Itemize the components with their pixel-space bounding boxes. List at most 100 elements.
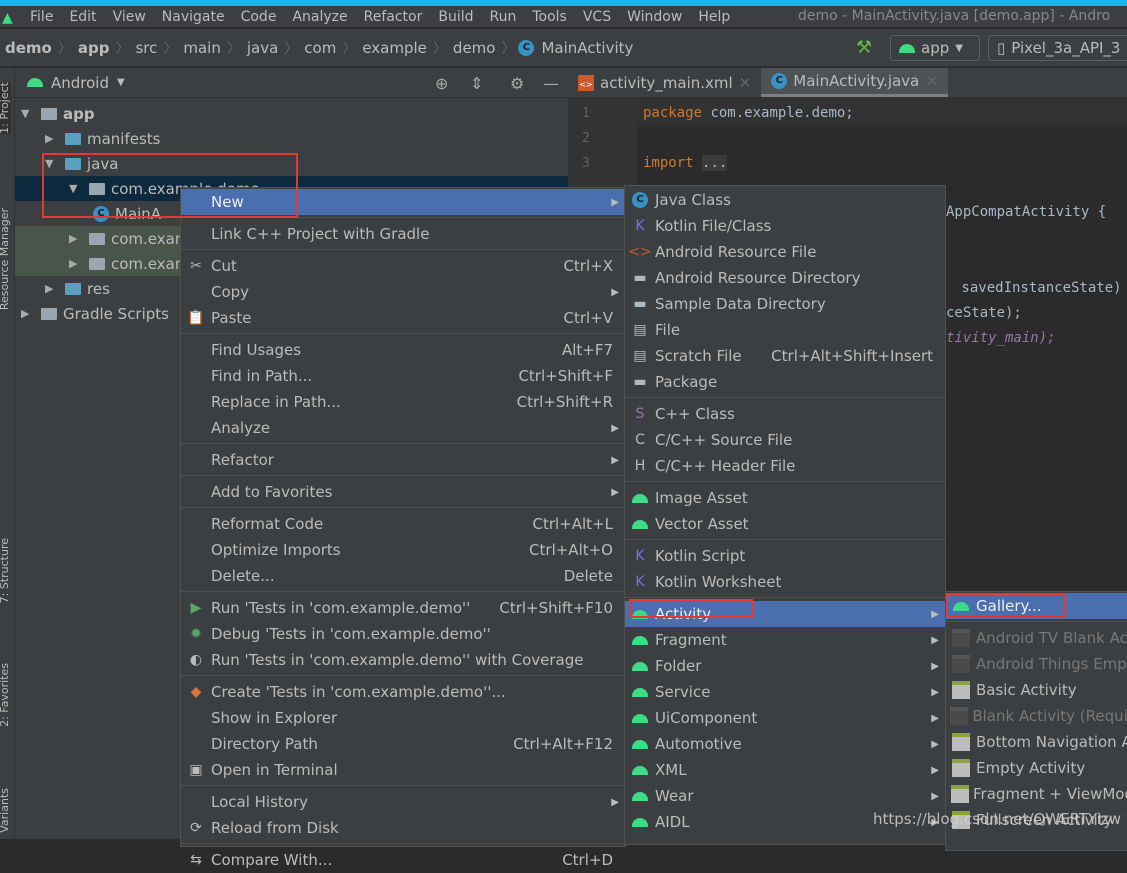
menu-item-link-c-project-with-gradle[interactable]: Link C++ Project with Gradle: [181, 221, 625, 247]
menu-item-blank-activity-requir[interactable]: Blank Activity (Requir: [946, 703, 1127, 729]
tree-item[interactable]: ▼ app: [15, 101, 568, 126]
tool-tab-structure[interactable]: 7: Structure: [0, 538, 11, 603]
menu-item-activity[interactable]: Activity ▶: [625, 601, 945, 627]
tool-tab-resource-manager[interactable]: Resource Manager: [0, 208, 11, 310]
code-line[interactable]: AppCompatActivity {: [946, 204, 1106, 220]
menu-vcs[interactable]: VCS: [575, 9, 619, 25]
caret-down-icon[interactable]: ▼: [45, 157, 57, 170]
breadcrumb-mainactivity[interactable]: MainActivity: [538, 39, 636, 57]
tree-item[interactable]: ▼ java: [15, 151, 568, 176]
menu-item-sample-data-directory[interactable]: ▬ Sample Data Directory: [625, 291, 945, 317]
code-line-3[interactable]: import ...: [643, 155, 728, 171]
menu-item-refactor[interactable]: Refactor ▶: [181, 447, 625, 473]
menu-item-paste[interactable]: 📋 Paste Ctrl+V: [181, 305, 625, 331]
menu-tools[interactable]: Tools: [524, 9, 575, 25]
gear-icon[interactable]: ⚙: [510, 74, 524, 93]
menu-item-run-tests-in-com-example-demo[interactable]: ▶ Run 'Tests in 'com.example.demo'' Ctrl+S…: [181, 595, 625, 621]
breadcrumb-example[interactable]: example: [359, 39, 430, 57]
menu-build[interactable]: Build: [430, 9, 481, 25]
tree-item[interactable]: ▶ manifests: [15, 126, 568, 151]
breadcrumb-app[interactable]: app: [75, 39, 113, 57]
menu-item-create-tests-in-com-example-demo[interactable]: ◆ Create 'Tests in 'com.example.demo''...: [181, 679, 625, 705]
menu-item-basic-activity[interactable]: Basic Activity: [946, 677, 1127, 703]
caret-down-icon[interactable]: ▼: [21, 107, 33, 120]
menu-item-kotlin-script[interactable]: K Kotlin Script: [625, 543, 945, 569]
menu-item-directory-path[interactable]: Directory Path Ctrl+Alt+F12: [181, 731, 625, 757]
menu-item-analyze[interactable]: Analyze ▶: [181, 415, 625, 441]
menu-item-reload-from-disk[interactable]: ⟳ Reload from Disk: [181, 815, 625, 841]
code-line-1[interactable]: package com.example.demo;: [643, 105, 854, 121]
tool-tab-favorites[interactable]: 2: Favorites: [0, 663, 11, 727]
menu-item-service[interactable]: Service ▶: [625, 679, 945, 705]
menu-item-java-class[interactable]: C Java Class: [625, 187, 945, 213]
menu-item-android-resource-directory[interactable]: ▬ Android Resource Directory: [625, 265, 945, 291]
project-view-select[interactable]: Android: [51, 74, 109, 92]
code-line[interactable]: savedInstanceState): [953, 280, 1121, 296]
menu-item-reformat-code[interactable]: Reformat Code Ctrl+Alt+L: [181, 511, 625, 537]
menu-item-c-class[interactable]: S C++ Class: [625, 401, 945, 427]
menu-item-debug-tests-in-com-example-demo[interactable]: ✹ Debug 'Tests in 'com.example.demo'': [181, 621, 625, 647]
caret-down-icon[interactable]: ▼: [69, 182, 81, 195]
menu-item-bottom-navigation-a[interactable]: Bottom Navigation A: [946, 729, 1127, 755]
menu-refactor[interactable]: Refactor: [356, 9, 431, 25]
menu-view[interactable]: View: [105, 9, 154, 25]
menu-item-android-resource-file[interactable]: <> Android Resource File: [625, 239, 945, 265]
menu-item-find-usages[interactable]: Find Usages Alt+F7: [181, 337, 625, 363]
menu-item-image-asset[interactable]: Image Asset: [625, 485, 945, 511]
menu-item-copy[interactable]: Copy ▶: [181, 279, 625, 305]
caret-right-icon[interactable]: ▶: [45, 132, 57, 145]
menu-item-local-history[interactable]: Local History ▶: [181, 789, 625, 815]
tool-tab-project[interactable]: 1: Project: [0, 82, 11, 134]
breadcrumb-java[interactable]: java: [244, 39, 281, 57]
menu-item-folder[interactable]: Folder ▶: [625, 653, 945, 679]
menu-item-optimize-imports[interactable]: Optimize Imports Ctrl+Alt+O: [181, 537, 625, 563]
locate-icon[interactable]: ⊕: [435, 74, 448, 93]
menu-item-wear[interactable]: Wear ▶: [625, 783, 945, 809]
menu-item-compare-with[interactable]: ⇆ Compare With... Ctrl+D: [181, 847, 625, 873]
caret-right-icon[interactable]: ▶: [69, 257, 81, 270]
caret-right-icon[interactable]: ▶: [21, 307, 33, 320]
menu-file[interactable]: File: [22, 9, 61, 25]
menu-help[interactable]: Help: [690, 9, 738, 25]
code-line[interactable]: ceState);: [946, 305, 1022, 321]
menu-item-replace-in-path[interactable]: Replace in Path... Ctrl+Shift+R: [181, 389, 625, 415]
breadcrumb-src[interactable]: src: [132, 39, 160, 57]
run-config-select[interactable]: app ▼: [890, 35, 980, 61]
breadcrumb-demo[interactable]: demo: [450, 39, 499, 57]
menu-item-scratch-file[interactable]: ▤ Scratch File Ctrl+Alt+Shift+Insert: [625, 343, 945, 369]
menu-item-xml[interactable]: XML ▶: [625, 757, 945, 783]
menu-item-open-in-terminal[interactable]: ▣ Open in Terminal: [181, 757, 625, 783]
menu-item-c-c-source-file[interactable]: C C/C++ Source File: [625, 427, 945, 453]
menu-code[interactable]: Code: [233, 9, 285, 25]
menu-item-new[interactable]: New ▶: [181, 189, 625, 215]
minimize-icon[interactable]: —: [543, 74, 559, 93]
menu-item-android-things-empt[interactable]: Android Things Empt: [946, 651, 1127, 677]
menu-item-add-to-favorites[interactable]: Add to Favorites ▶: [181, 479, 625, 505]
menu-item-file[interactable]: ▤ File: [625, 317, 945, 343]
menu-item-c-c-header-file[interactable]: H C/C++ Header File: [625, 453, 945, 479]
code-line[interactable]: tivity_main);: [946, 330, 1056, 346]
menu-navigate[interactable]: Navigate: [154, 9, 233, 25]
close-icon[interactable]: ✕: [925, 72, 938, 90]
menu-item-uicomponent[interactable]: UiComponent ▶: [625, 705, 945, 731]
menu-item-run-tests-in-com-example-demo-with-coverage[interactable]: ◐ Run 'Tests in 'com.example.demo'' with …: [181, 647, 625, 673]
breadcrumb-demo[interactable]: demo: [2, 39, 55, 57]
menu-item-android-tv-blank-act[interactable]: Android TV Blank Act: [946, 625, 1127, 651]
menu-run[interactable]: Run: [482, 9, 525, 25]
chevron-down-icon[interactable]: ▼: [117, 77, 125, 88]
menu-item-kotlin-worksheet[interactable]: K Kotlin Worksheet: [625, 569, 945, 595]
menu-item-empty-activity[interactable]: Empty Activity: [946, 755, 1127, 781]
caret-right-icon[interactable]: ▶: [45, 282, 57, 295]
menu-item-package[interactable]: ▬ Package: [625, 369, 945, 395]
menu-analyze[interactable]: Analyze: [284, 9, 355, 25]
caret-right-icon[interactable]: ▶: [69, 232, 81, 245]
menu-window[interactable]: Window: [619, 9, 690, 25]
tab-mainactivity-java[interactable]: C MainActivity.java ✕: [761, 68, 948, 97]
menu-item-show-in-explorer[interactable]: Show in Explorer: [181, 705, 625, 731]
tool-tab-build-variants[interactable]: Variants: [0, 788, 11, 833]
device-select[interactable]: ▯ Pixel_3a_API_3: [988, 35, 1127, 61]
close-icon[interactable]: ✕: [739, 74, 752, 92]
menu-item-vector-asset[interactable]: Vector Asset: [625, 511, 945, 537]
menu-item-fragment[interactable]: Fragment ▶: [625, 627, 945, 653]
menu-item-cut[interactable]: ✂ Cut Ctrl+X: [181, 253, 625, 279]
